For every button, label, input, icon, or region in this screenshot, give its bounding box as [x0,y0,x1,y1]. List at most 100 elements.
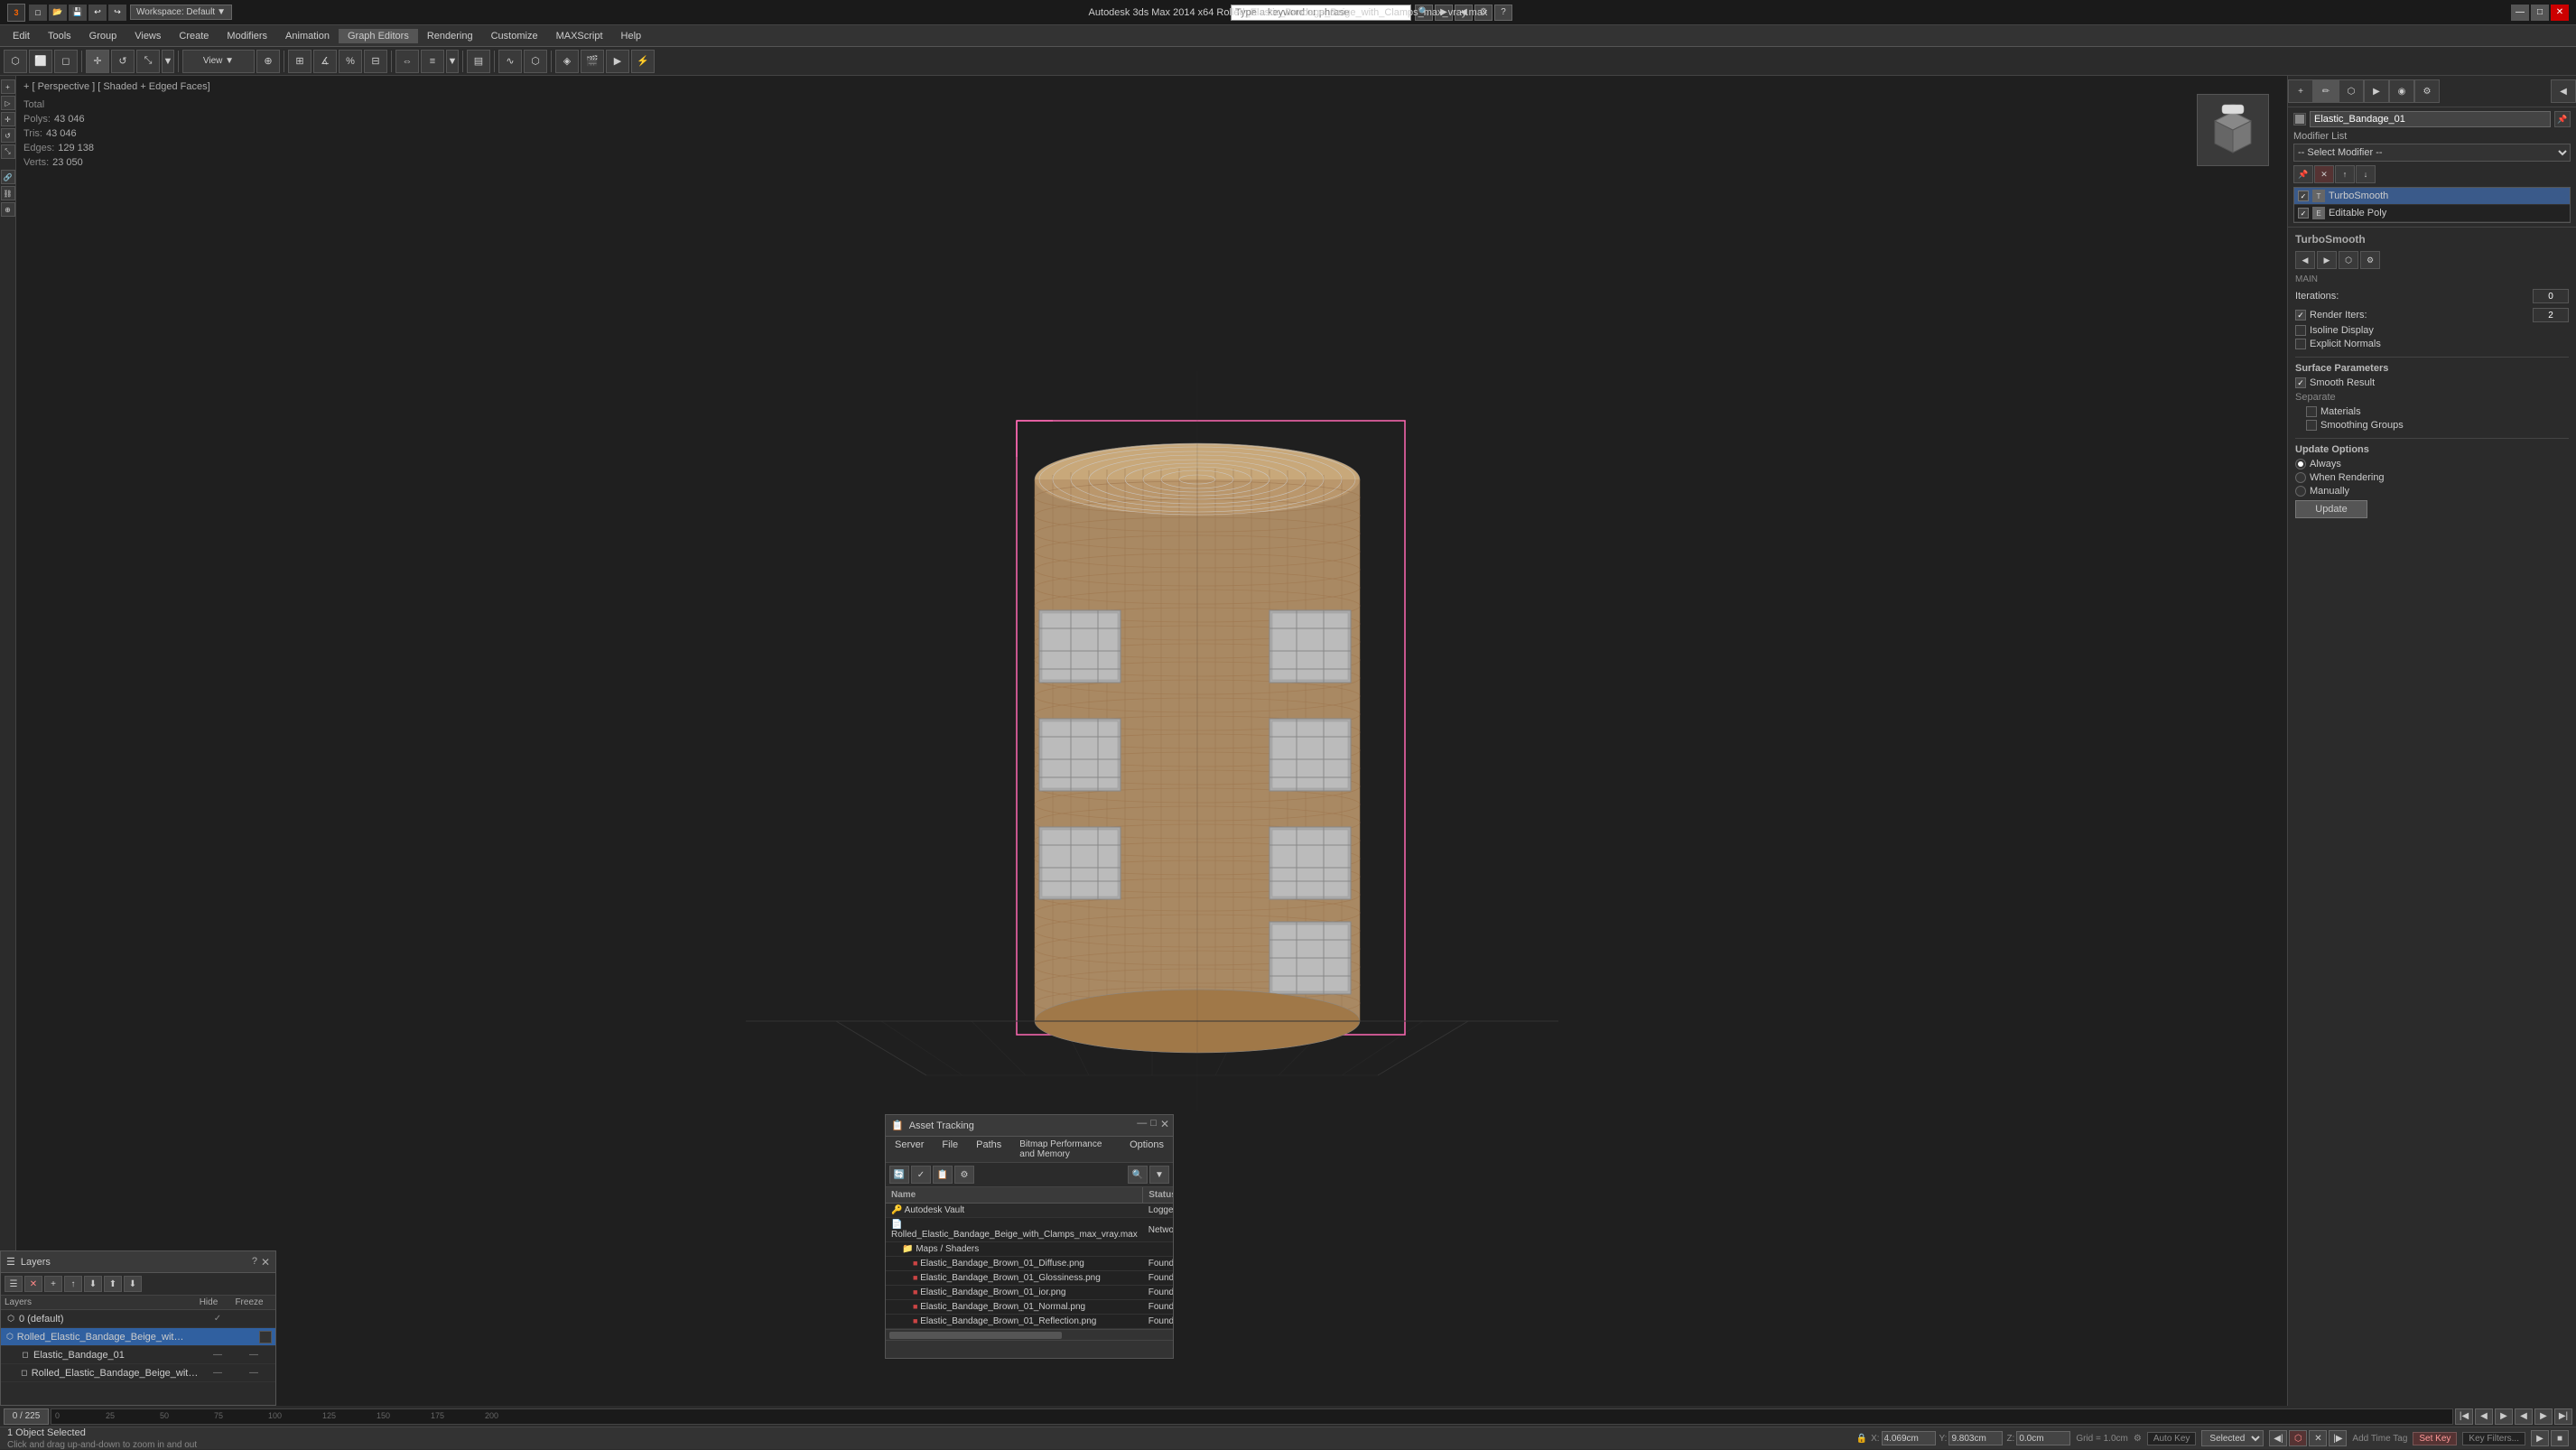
modifier-editable-poly[interactable]: ✓ E Editable Poly [2294,205,2570,222]
ts-iterations-input[interactable] [2533,289,2569,303]
ts-smooth-result-check[interactable] [2295,377,2306,388]
move-tool[interactable]: ✛ [86,50,109,73]
menu-views[interactable]: Views [126,29,170,43]
new-btn[interactable]: □ [29,5,47,21]
menu-rendering[interactable]: Rendering [418,29,482,43]
layers-delete-btn[interactable]: ✕ [24,1276,42,1292]
asset-row-diffuse[interactable]: ■ Elastic_Bandage_Brown_01_Diffuse.png F… [886,1257,1173,1271]
nav-cube[interactable] [2197,94,2269,166]
help-btn[interactable]: ? [1494,5,1512,21]
workspace-button[interactable]: Workspace: Default ▼ [130,5,232,20]
move-modifier-up-btn[interactable]: ↑ [2335,165,2355,183]
editable-poly-toggle[interactable]: ✓ [2298,208,2309,218]
menu-animation[interactable]: Animation [276,29,339,43]
select-region-tool[interactable]: ⬜ [29,50,52,73]
window-crossing-tool[interactable]: ◻ [54,50,78,73]
layers-add-selected-btn[interactable]: ↑ [64,1276,82,1292]
menu-edit[interactable]: Edit [4,29,39,43]
go-start-btn[interactable]: |◀ [2455,1408,2473,1425]
color-swatch[interactable] [2293,113,2306,125]
ts-smoothing-groups-check[interactable] [2306,420,2317,431]
selected-dropdown[interactable]: Selected All None [2201,1430,2264,1446]
menu-tools[interactable]: Tools [39,29,80,43]
scale-dropdown[interactable]: ▼ [162,50,174,73]
ts-keyframe-btn[interactable]: ⬡ [2339,251,2358,269]
render-setup-btn[interactable]: 🎬 [581,50,604,73]
asset-find-btn[interactable]: 🔍 [1128,1166,1148,1184]
asset-menu-bitmap[interactable]: Bitmap Performance and Memory [1010,1137,1121,1162]
remove-modifier-btn[interactable]: ✕ [2314,165,2334,183]
close-button[interactable]: ✕ [2551,5,2569,21]
asset-minimize-btn[interactable]: — [1137,1118,1147,1130]
asset-menu-options[interactable]: Options [1121,1137,1173,1162]
layer-item-elastic01[interactable]: ◻ Elastic_Bandage_01 — — [1,1346,275,1364]
asset-restore-btn[interactable]: □ [1150,1118,1157,1130]
play-btn[interactable]: ▶ [2495,1408,2513,1425]
asset-row-maxfile[interactable]: 📄 Rolled_Elastic_Bandage_Beige_with_Clam… [886,1218,1173,1242]
select-tool-v[interactable]: ▷ [1,96,15,110]
play-all-btn[interactable]: ▶ [2531,1430,2549,1446]
percent-snap[interactable]: % [339,50,362,73]
create-key-btn[interactable]: ⬡ [2289,1430,2307,1446]
link-tool[interactable]: 🔗 [1,170,15,184]
asset-row-ior[interactable]: ■ Elastic_Bandage_Brown_01_ior.png Found [886,1286,1173,1300]
menu-modifiers[interactable]: Modifiers [218,29,276,43]
ts-always-radio[interactable] [2295,459,2306,469]
menu-help[interactable]: Help [612,29,651,43]
object-name-field[interactable] [2310,111,2551,127]
asset-refresh-btn[interactable]: 🔄 [889,1166,909,1184]
set-key-button[interactable]: Set Key [2413,1432,2457,1445]
undo-btn[interactable]: ↩ [88,5,107,21]
save-btn[interactable]: 💾 [69,5,87,21]
curve-editor-btn[interactable]: ∿ [498,50,522,73]
panel-expand-icon[interactable]: ◀ [2551,79,2576,103]
play-reverse-btn[interactable]: ◀ [2515,1408,2533,1425]
ts-update-button[interactable]: Update [2295,500,2367,518]
ts-isoline-check[interactable] [2295,325,2306,336]
modifier-dropdown[interactable]: -- Select Modifier -- [2293,144,2571,162]
prev-key-btn[interactable]: ◀| [2269,1430,2287,1446]
ts-options-btn[interactable]: ⚙ [2360,251,2380,269]
modifier-turbosmooth[interactable]: ✓ T TurboSmooth [2294,188,2570,205]
spinner-snap[interactable]: ⊟ [364,50,387,73]
next-key-btn[interactable]: |▶ [2329,1430,2347,1446]
align-btn[interactable]: ≡ [421,50,444,73]
ref-coord-dropdown[interactable]: View ▼ [182,50,255,73]
ts-materials-check[interactable] [2306,406,2317,417]
layers-select-objects-btn[interactable]: ⬇ [84,1276,102,1292]
asset-row-maps[interactable]: 📁 Maps / Shaders [886,1242,1173,1257]
create-tool[interactable]: + [1,79,15,94]
pivot-btn[interactable]: ⊕ [256,50,280,73]
autokey-button[interactable]: Auto Key [2147,1432,2197,1445]
key-filters-button[interactable]: Key Filters... [2462,1432,2525,1445]
rotate-tool-v[interactable]: ↺ [1,128,15,143]
asset-row-normal[interactable]: ■ Elastic_Bandage_Brown_01_Normal.png Fo… [886,1300,1173,1315]
asset-menu-file[interactable]: File [933,1137,967,1162]
menu-maxscript[interactable]: MAXScript [547,29,612,43]
y-input[interactable] [1948,1431,2003,1445]
pin-icon[interactable]: 📌 [2554,111,2571,127]
snap-toggle[interactable]: ⊞ [288,50,312,73]
layer-item-rolled2[interactable]: ◻ Rolled_Elastic_Bandage_Beige_with_Clam… [1,1364,275,1382]
layer-item-rolled[interactable]: ⬡ Rolled_Elastic_Bandage_Beige_with_Clam… [1,1328,275,1346]
pin-modifier-btn[interactable]: 📌 [2293,165,2313,183]
move-tool-v[interactable]: ✛ [1,112,15,126]
select-tool[interactable]: ⬡ [4,50,27,73]
asset-settings-btn[interactable]: ⚙ [954,1166,974,1184]
asset-scrollbar[interactable] [886,1329,1173,1340]
schematic-view-btn[interactable]: ⬡ [524,50,547,73]
ts-render-iters-check[interactable] [2295,310,2306,321]
asset-check-btn[interactable]: ✓ [911,1166,931,1184]
asset-row-vault[interactable]: 🔑 Autodesk Vault Logged [886,1204,1173,1218]
display-panel-icon[interactable]: ◉ [2389,79,2414,103]
render-frame-btn[interactable]: ▶ [606,50,629,73]
next-frame-btn[interactable]: ▶ [2534,1408,2553,1425]
timeline-track[interactable]: 0 25 50 75 100 125 150 175 200 [51,1408,2453,1425]
z-input[interactable] [2016,1431,2070,1445]
open-btn[interactable]: 📂 [49,5,67,21]
utilities-panel-icon[interactable]: ⚙ [2414,79,2440,103]
asset-copy-btn[interactable]: 📋 [933,1166,953,1184]
asset-row-gloss[interactable]: ■ Elastic_Bandage_Brown_01_Glossiness.pn… [886,1271,1173,1286]
turbosmooth-toggle[interactable]: ✓ [2298,191,2309,201]
menu-customize[interactable]: Customize [482,29,547,43]
